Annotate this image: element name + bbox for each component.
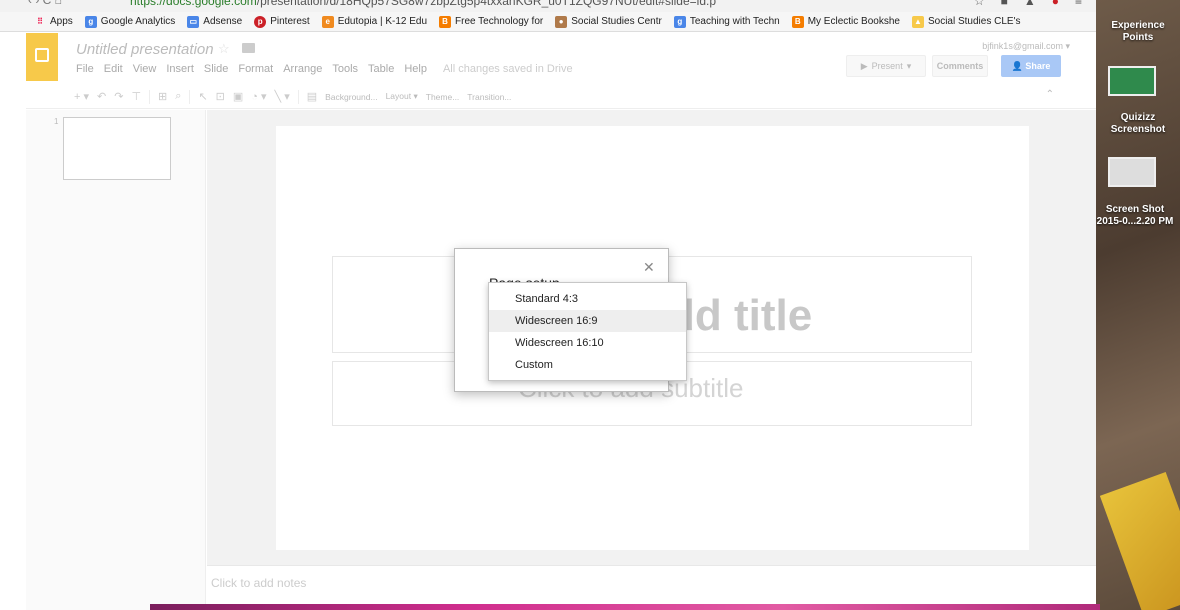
toolbar-divider xyxy=(297,89,299,104)
edutopia-icon: e xyxy=(321,15,334,28)
google-icon: g xyxy=(673,15,686,28)
menu-icon[interactable]: ≡ xyxy=(1075,0,1082,8)
menu-bar: File Edit View Insert Slide Format Arran… xyxy=(76,63,573,75)
bookmark-pinterest[interactable]: p Pinterest xyxy=(254,15,310,28)
slides-logo-icon xyxy=(35,48,49,62)
image-icon[interactable]: ▣ xyxy=(233,90,243,103)
toolbar: + ▾ ↶ ↷ ⊤ ⊞ ⌕ ↖ ⊡ ▣ ◔ ▾ ╲ ▾ ▤ Background… xyxy=(26,85,1096,109)
bookmarks-bar: ⠿ Apps g Google Analytics ▭ Adsense p Pi… xyxy=(0,12,1096,32)
menu-file[interactable]: File xyxy=(76,63,94,75)
layout-button[interactable]: Layout ▾ xyxy=(386,91,418,102)
desktop-icon-screenshot-thumbnail[interactable] xyxy=(1108,157,1156,187)
filmstrip xyxy=(26,110,206,610)
toolbar-divider xyxy=(189,89,191,104)
google-icon: g xyxy=(84,15,97,28)
slide-number: 1 xyxy=(54,117,59,126)
bookmark-social-studies-cles[interactable]: ▲ Social Studies CLE's xyxy=(911,15,1020,28)
blogger-icon: B xyxy=(439,15,452,28)
folder-icon[interactable] xyxy=(242,43,255,53)
comments-button[interactable]: Comments xyxy=(932,55,988,77)
select-icon[interactable]: ↖ xyxy=(198,90,207,103)
extension-icon[interactable]: ■ xyxy=(1001,0,1008,8)
paint-format-icon[interactable]: ⊤ xyxy=(131,90,141,103)
comment-icon[interactable]: ▤ xyxy=(307,90,317,103)
bookmark-apps[interactable]: ⠿ Apps xyxy=(34,16,73,28)
apps-grid-icon: ⠿ xyxy=(37,17,43,26)
slide-thumbnail[interactable] xyxy=(63,117,171,180)
new-slide-icon[interactable]: + ▾ xyxy=(74,90,89,103)
chevron-down-icon: ▾ xyxy=(906,60,912,71)
adsense-icon: ▭ xyxy=(187,15,200,28)
document-title[interactable]: Untitled presentation xyxy=(76,41,214,58)
speaker-notes[interactable] xyxy=(207,565,1096,604)
theme-button[interactable]: Theme... xyxy=(426,92,460,102)
menu-arrange[interactable]: Arrange xyxy=(283,63,322,75)
extension-icon[interactable]: ▲ xyxy=(1024,0,1036,8)
bookmark-free-technology[interactable]: B Free Technology for xyxy=(439,15,543,28)
close-icon[interactable]: ✕ xyxy=(643,259,655,276)
zoom-fit-icon[interactable]: ⊞ xyxy=(158,90,167,103)
menu-table[interactable]: Table xyxy=(368,63,394,75)
zoom-icon[interactable]: ⌕ xyxy=(175,90,181,103)
background-button[interactable]: Background... xyxy=(325,92,377,102)
share-button[interactable]: 👤 Share xyxy=(1001,55,1061,77)
option-widescreen-16-9[interactable]: Widescreen 16:9 xyxy=(489,310,686,332)
menu-format[interactable]: Format xyxy=(238,63,273,75)
page-size-dropdown: Standard 4:3 Widescreen 16:9 Widescreen … xyxy=(488,282,687,381)
menu-insert[interactable]: Insert xyxy=(166,63,194,75)
bookmark-edutopia[interactable]: e Edutopia | K-12 Edu xyxy=(321,15,427,28)
option-widescreen-16-10[interactable]: Widescreen 16:10 xyxy=(489,332,686,354)
text-box-icon[interactable]: ⊡ xyxy=(216,90,225,103)
bookmark-google-analytics[interactable]: g Google Analytics xyxy=(84,15,175,28)
transition-button[interactable]: Transition... xyxy=(467,92,511,102)
redo-icon[interactable]: ↷ xyxy=(114,90,123,103)
star-icon[interactable]: ☆ xyxy=(218,41,230,57)
present-button[interactable]: ▶ Present ▾ xyxy=(846,55,926,77)
option-standard-4-3[interactable]: Standard 4:3 xyxy=(489,288,686,310)
line-icon[interactable]: ╲ ▾ xyxy=(275,90,290,103)
shape-icon[interactable]: ◔ ▾ xyxy=(251,90,266,103)
bookmark-my-eclectic-bookshe[interactable]: B My Eclectic Bookshe xyxy=(791,15,900,28)
desktop-icon-experience-points-label[interactable]: Experience Points xyxy=(1096,20,1180,44)
collapse-menu-icon[interactable]: ⌃ xyxy=(1046,89,1054,100)
undo-icon[interactable]: ↶ xyxy=(97,90,106,103)
dock-bar xyxy=(150,604,1100,610)
menu-slide[interactable]: Slide xyxy=(204,63,228,75)
speaker-notes-placeholder[interactable]: Click to add notes xyxy=(211,576,306,590)
extension-icons[interactable]: ☆ ■ ▲ ● ≡ xyxy=(974,0,1082,8)
option-custom[interactable]: Custom xyxy=(489,354,686,376)
navigation-buttons[interactable]: ‹ › C ⌂ xyxy=(28,0,62,7)
star-icon[interactable]: ☆ xyxy=(974,0,985,8)
menu-help[interactable]: Help xyxy=(404,63,427,75)
drive-icon: ▲ xyxy=(911,15,924,28)
person-add-icon: 👤 xyxy=(1011,60,1026,71)
menu-view[interactable]: View xyxy=(133,63,157,75)
menu-tools[interactable]: Tools xyxy=(332,63,358,75)
title-placeholder-text[interactable]: dd title xyxy=(668,291,812,341)
bookmark-teaching-with-techn[interactable]: g Teaching with Techn xyxy=(673,15,780,28)
desktop-icon-quizizz-thumbnail[interactable] xyxy=(1108,66,1156,96)
url-text[interactable]: https://docs.google.com/presentation/d/1… xyxy=(130,0,716,8)
blogger-icon: B xyxy=(791,15,804,28)
toolbar-divider xyxy=(149,89,151,104)
slides-logo[interactable] xyxy=(26,33,58,81)
account-email[interactable]: bjfink1s@gmail.com ▾ xyxy=(982,41,1070,52)
desktop-icon-screenshot-label[interactable]: Screen Shot 2015-0...2.20 PM xyxy=(1090,204,1180,228)
pinterest-icon: p xyxy=(254,15,267,28)
play-icon: ▶ xyxy=(860,60,868,71)
save-status[interactable]: All changes saved in Drive xyxy=(443,63,573,75)
bookmark-adsense[interactable]: ▭ Adsense xyxy=(187,15,242,28)
bookmark-social-studies-centr[interactable]: ● Social Studies Centr xyxy=(555,15,662,28)
person-icon: ● xyxy=(555,15,568,28)
menu-edit[interactable]: Edit xyxy=(104,63,123,75)
desktop-icon-quizizz-label[interactable]: Quizizz Screenshot xyxy=(1096,112,1180,136)
pinterest-icon[interactable]: ● xyxy=(1052,0,1059,8)
